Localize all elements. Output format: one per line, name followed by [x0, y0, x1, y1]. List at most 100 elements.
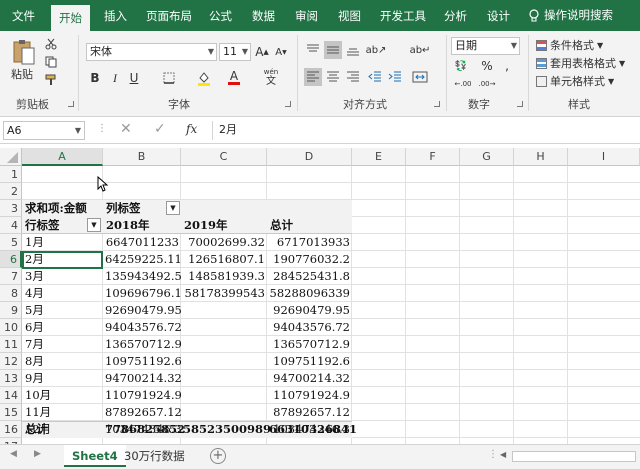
number-launcher-icon[interactable]: [517, 101, 523, 107]
fill-color-button[interactable]: [196, 69, 212, 87]
font-name-combo[interactable]: 宋体 ▼: [86, 43, 217, 61]
tab-analyze[interactable]: 分析: [444, 0, 467, 31]
format-as-table-button[interactable]: 套用表格格式 ▼: [536, 55, 625, 71]
align-center-icon[interactable]: [324, 68, 342, 86]
tab-data[interactable]: 数据: [252, 0, 275, 31]
align-bottom-icon[interactable]: [344, 41, 362, 59]
cell-styles-button[interactable]: 单元格样式 ▼: [536, 73, 614, 89]
underline-button[interactable]: U: [127, 69, 141, 87]
row-header-8[interactable]: 8: [0, 285, 22, 302]
insert-function-icon[interactable]: fx: [186, 122, 197, 136]
gridline-column: [405, 166, 406, 444]
italic-button[interactable]: I: [108, 69, 122, 87]
column-header-i[interactable]: I: [568, 148, 640, 166]
column-filter-dropdown-icon[interactable]: ▼: [166, 201, 180, 215]
number-format-combo[interactable]: 日期 ▼: [451, 37, 520, 55]
scroll-right-icon[interactable]: ▶: [34, 449, 41, 459]
align-top-icon[interactable]: [304, 41, 322, 59]
value-2018: 94700214.32: [105, 371, 182, 385]
formula-input[interactable]: 2月: [212, 121, 637, 140]
increase-decimal-icon[interactable]: ←.00: [452, 77, 474, 91]
row-header-2[interactable]: 2: [0, 183, 22, 200]
tab-home[interactable]: 开始: [51, 5, 90, 31]
percent-icon[interactable]: %: [480, 58, 494, 74]
row-header-16[interactable]: 16: [0, 421, 22, 438]
horizontal-scrollbar[interactable]: [512, 451, 636, 462]
decrease-indent-icon[interactable]: [366, 68, 384, 86]
column-header-f[interactable]: F: [406, 148, 460, 166]
row-header-3[interactable]: 3: [0, 200, 22, 217]
phonetic-button[interactable]: wén 文: [262, 67, 280, 87]
accounting-format-icon[interactable]: 💱: [452, 58, 470, 74]
column-header-b[interactable]: B: [103, 148, 181, 166]
select-all-corner[interactable]: [0, 148, 22, 166]
cancel-icon[interactable]: ✕: [120, 121, 132, 137]
comma-style-icon[interactable]: ,: [500, 58, 514, 74]
grow-font-button[interactable]: A ▲: [254, 43, 270, 61]
add-sheet-icon[interactable]: +: [210, 448, 226, 464]
row-header-7[interactable]: 7: [0, 268, 22, 285]
row-header-6[interactable]: 6: [0, 251, 22, 268]
column-header-d[interactable]: D: [267, 148, 352, 166]
row-header-1[interactable]: 1: [0, 166, 22, 183]
tab-developer[interactable]: 开发工具: [380, 0, 426, 31]
enter-icon[interactable]: ✓: [154, 121, 166, 137]
tab-formulas[interactable]: 公式: [209, 0, 232, 31]
column-header-a[interactable]: A: [22, 148, 103, 166]
worksheet-grid[interactable]: A B C D E F G H I 1 2 3 4 5 6 7 8 9 10 11 12 13 14 15 1…: [0, 148, 640, 444]
orientation-icon[interactable]: ab↗: [366, 41, 387, 59]
sheet-tab-data[interactable]: 30万行数据: [116, 445, 193, 467]
row-header-9[interactable]: 9: [0, 302, 22, 319]
conditional-formatting-button[interactable]: 条件格式 ▼: [536, 37, 603, 53]
merge-center-icon[interactable]: [410, 68, 430, 86]
row-header-14[interactable]: 14: [0, 387, 22, 404]
tab-insert[interactable]: 插入: [104, 0, 127, 31]
tab-view[interactable]: 视图: [338, 0, 361, 31]
bold-button[interactable]: B: [88, 69, 102, 87]
tab-design[interactable]: 设计: [487, 0, 510, 31]
cut-icon[interactable]: [44, 37, 58, 51]
align-right-icon[interactable]: [344, 68, 362, 86]
hscroll-left-icon[interactable]: ◀: [500, 450, 510, 462]
increase-indent-icon[interactable]: [386, 68, 404, 86]
alignment-launcher-icon[interactable]: [434, 101, 440, 107]
font-color-button[interactable]: A: [226, 69, 242, 87]
row-filter-dropdown-icon[interactable]: ▼: [87, 218, 101, 232]
row-header-15[interactable]: 15: [0, 404, 22, 421]
tab-file[interactable]: 文件: [12, 0, 35, 31]
formula-bar: A6 ▼ ⋮ ✕ ✓ fx 2月: [0, 117, 640, 144]
tab-page-layout[interactable]: 页面布局: [146, 0, 192, 31]
row-header-11[interactable]: 11: [0, 336, 22, 353]
row-total: 110791924.9: [273, 388, 350, 402]
row-header-5[interactable]: 5: [0, 234, 22, 251]
row-header-10[interactable]: 10: [0, 319, 22, 336]
font-size-combo[interactable]: 11 ▼: [219, 43, 251, 61]
tell-me-search[interactable]: 操作说明搜索: [528, 0, 613, 31]
wrap-text-icon[interactable]: ab↵: [410, 41, 431, 59]
row-header-13[interactable]: 13: [0, 370, 22, 387]
scroll-left-icon[interactable]: ◀: [10, 449, 17, 459]
font-launcher-icon[interactable]: [285, 101, 291, 107]
tab-review[interactable]: 审阅: [295, 0, 318, 31]
chevron-down-icon: ▼: [207, 47, 214, 56]
column-header-c[interactable]: C: [181, 148, 267, 166]
mouse-cursor-icon: [97, 176, 109, 192]
row-header-12[interactable]: 12: [0, 353, 22, 370]
column-header-g[interactable]: G: [460, 148, 514, 166]
clipboard-launcher-icon[interactable]: [68, 101, 74, 107]
name-box[interactable]: A6 ▼: [3, 121, 85, 140]
format-painter-icon[interactable]: [44, 73, 58, 87]
pivot-row-label: 4月: [25, 286, 44, 300]
paste-button[interactable]: [10, 37, 38, 67]
shrink-font-button[interactable]: A ▼: [273, 43, 289, 61]
column-header-e[interactable]: E: [352, 148, 406, 166]
column-header-h[interactable]: H: [514, 148, 568, 166]
decrease-decimal-icon[interactable]: .00→: [476, 77, 498, 91]
borders-button[interactable]: [162, 71, 176, 85]
total-2019: 58523500989: [183, 422, 272, 436]
font-size-value: 11: [223, 45, 237, 58]
copy-icon[interactable]: [44, 55, 58, 69]
align-left-icon[interactable]: [304, 68, 322, 86]
align-middle-icon[interactable]: [324, 41, 342, 59]
row-header-4[interactable]: 4: [0, 217, 22, 234]
